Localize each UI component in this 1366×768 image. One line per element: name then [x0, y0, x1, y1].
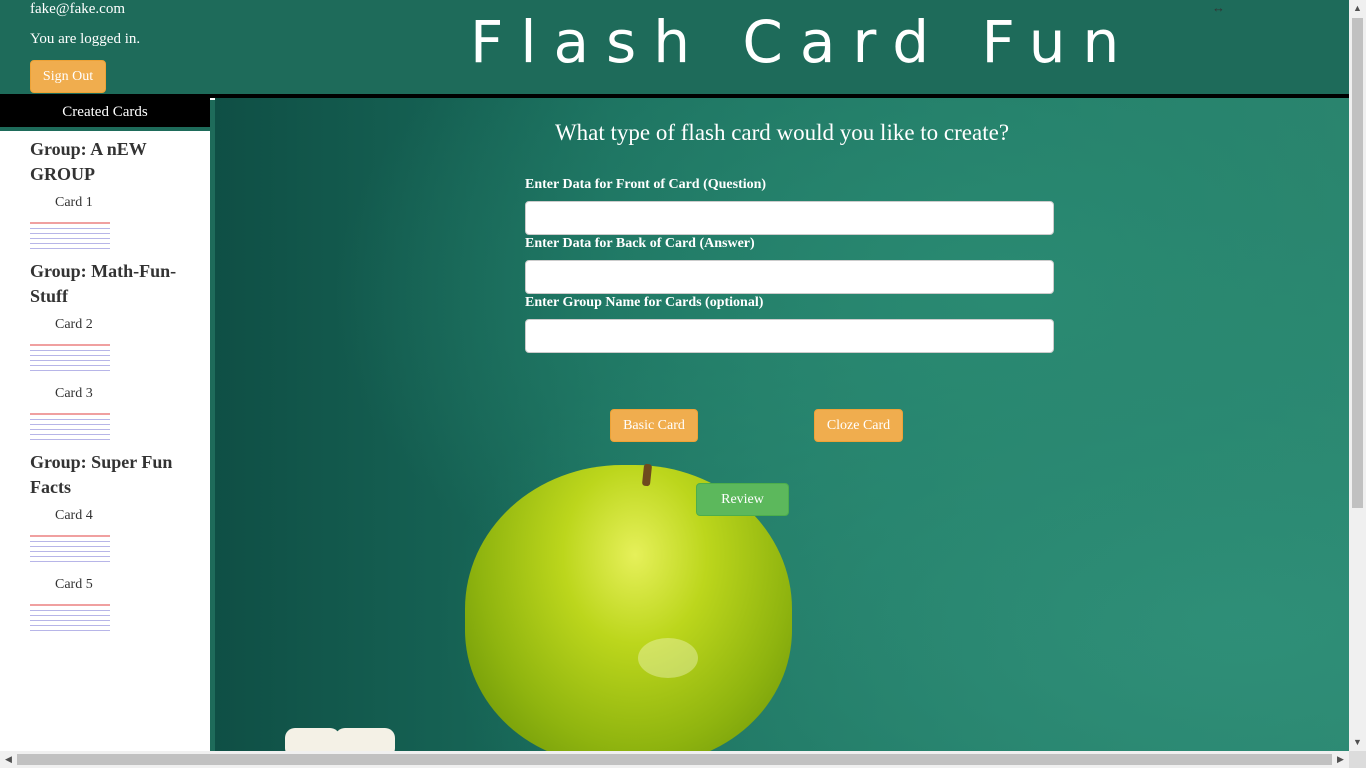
card-thumbnail[interactable]	[30, 344, 110, 374]
apple-highlight	[638, 638, 698, 678]
group-title: Group: A nEW GROUP	[30, 139, 147, 184]
vertical-scrollbar[interactable]: ▲ ▼	[1349, 0, 1366, 751]
card-thumbnail[interactable]	[30, 604, 110, 634]
review-button[interactable]: Review	[696, 483, 789, 516]
login-status: You are logged in.	[30, 31, 141, 47]
card-thumbnail[interactable]	[30, 535, 110, 565]
site-header: fake@fake.com You are logged in. Sign Ou…	[0, 0, 1349, 96]
group-title: Group: Math-Fun-Stuff	[30, 261, 177, 306]
card-group-list: Group: A nEW GROUP Card 1 Group: Math-Fu…	[0, 134, 210, 638]
card-thumbnail[interactable]	[30, 222, 110, 252]
page-question: What type of flash card would you like t…	[554, 120, 1010, 145]
vertical-scroll-thumb[interactable]	[1352, 18, 1363, 508]
card-item[interactable]: Card 4	[0, 500, 210, 526]
group-input[interactable]	[525, 319, 1054, 353]
scroll-up-icon[interactable]: ▲	[1353, 4, 1362, 13]
card-thumbnail[interactable]	[30, 413, 110, 443]
back-input[interactable]	[525, 260, 1054, 294]
scroll-left-icon[interactable]: ◀	[4, 755, 13, 764]
chalk-image	[285, 728, 340, 751]
card-item[interactable]: Card 1	[0, 187, 210, 213]
sign-out-button[interactable]: Sign Out	[30, 60, 106, 93]
user-email: fake@fake.com	[30, 1, 126, 17]
front-label: Enter Data for Front of Card (Question)	[525, 177, 767, 192]
scroll-right-icon[interactable]: ▶	[1336, 755, 1345, 764]
group-label: Enter Group Name for Cards (optional)	[525, 295, 764, 310]
basic-card-button[interactable]: Basic Card	[610, 409, 698, 442]
chalk-image	[335, 728, 395, 751]
back-label: Enter Data for Back of Card (Answer)	[525, 236, 755, 251]
resize-horizontal-icon[interactable]: ↔	[1212, 0, 1225, 16]
card-item[interactable]: Card 2	[0, 309, 210, 335]
sidebar-heading: Created Cards	[0, 98, 210, 131]
site-title: Flash Card Fun	[470, 8, 1137, 76]
scroll-down-icon[interactable]: ▼	[1353, 738, 1362, 747]
horizontal-scrollbar[interactable]: ◀ ▶	[0, 751, 1349, 768]
card-item[interactable]: Card 3	[0, 378, 210, 404]
scrollbar-corner	[1349, 751, 1366, 768]
horizontal-scroll-thumb[interactable]	[17, 754, 1332, 765]
sidebar: Created Cards Group: A nEW GROUP Card 1 …	[0, 98, 210, 751]
front-input[interactable]	[525, 201, 1054, 235]
card-creator-panel: What type of flash card would you like t…	[215, 98, 1349, 751]
card-item[interactable]: Card 5	[0, 569, 210, 595]
cloze-card-button[interactable]: Cloze Card	[814, 409, 903, 442]
group-title: Group: Super Fun Facts	[30, 452, 173, 497]
